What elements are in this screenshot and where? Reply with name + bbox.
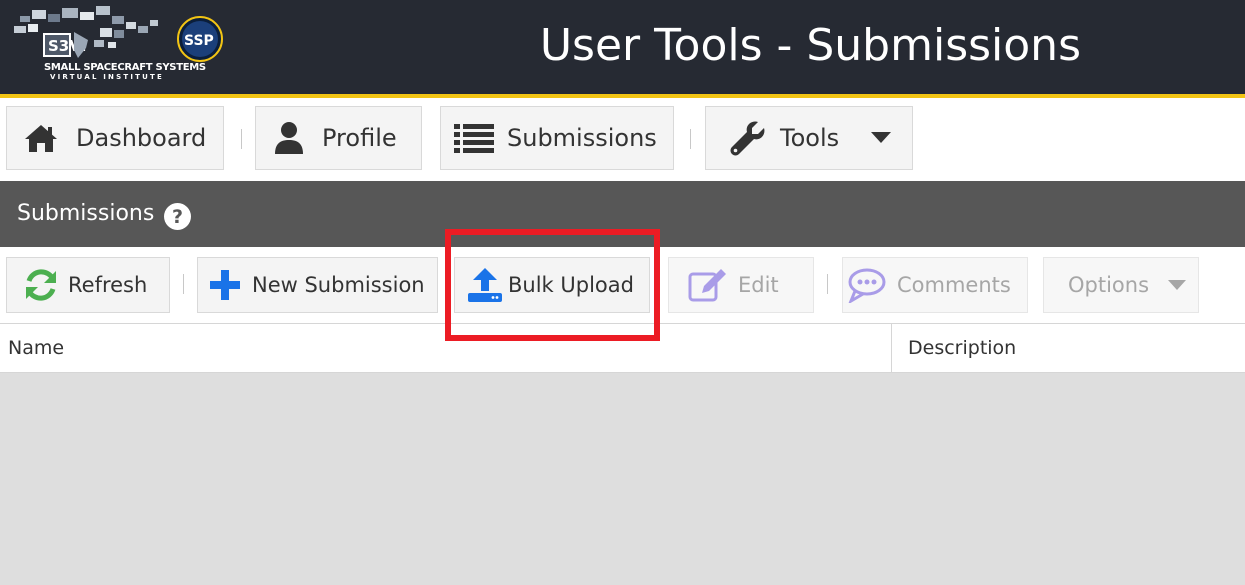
nav-tools-label: Tools <box>780 124 840 152</box>
comments-button[interactable]: Comments <box>842 257 1028 313</box>
logo-text-line1: SMALL SPACECRAFT SYSTEMS <box>44 62 206 73</box>
nav-separator <box>241 129 242 149</box>
nav-submissions-label: Submissions <box>507 124 657 152</box>
page-title: User Tools - Submissions <box>539 20 1081 71</box>
comments-label: Comments <box>897 273 1011 297</box>
app-header: S3VI SSP SMALL SPACECRAFT SYSTEMS VIRTUA… <box>0 0 1245 98</box>
table-header: Name Description <box>0 323 1245 373</box>
bulk-upload-label: Bulk Upload <box>508 273 634 297</box>
logo-text-line2: VIRTUAL INSTITUTE <box>50 73 164 81</box>
list-icon <box>454 123 494 153</box>
wrench-icon <box>730 120 766 156</box>
submissions-toolbar: Refresh New Submission Bulk Upload Edit <box>0 247 1245 323</box>
upload-icon <box>467 267 503 303</box>
nav-dashboard-button[interactable]: Dashboard <box>6 106 224 170</box>
nav-profile-button[interactable]: Profile <box>255 106 422 170</box>
column-divider[interactable] <box>891 324 892 372</box>
chevron-down-icon <box>871 132 892 144</box>
edit-label: Edit <box>738 273 779 297</box>
column-header-name[interactable]: Name <box>8 337 64 359</box>
nav-profile-label: Profile <box>322 124 397 152</box>
table-body <box>0 373 1245 585</box>
home-icon <box>23 123 59 153</box>
nav-separator <box>690 129 691 149</box>
new-submission-label: New Submission <box>252 273 425 297</box>
comment-icon <box>847 267 887 303</box>
nav-dashboard-label: Dashboard <box>76 124 207 152</box>
column-header-description[interactable]: Description <box>908 337 1016 359</box>
refresh-icon <box>23 267 59 303</box>
edit-button[interactable]: Edit <box>668 257 814 313</box>
nav-submissions-button[interactable]: Submissions <box>440 106 674 170</box>
new-submission-button[interactable]: New Submission <box>197 257 438 313</box>
user-icon <box>274 121 304 155</box>
nav-tools-dropdown[interactable]: Tools <box>705 106 913 170</box>
bulk-upload-button[interactable]: Bulk Upload <box>454 257 650 313</box>
plus-icon <box>209 269 241 301</box>
options-dropdown[interactable]: Options <box>1043 257 1199 313</box>
edit-icon <box>688 268 728 302</box>
options-label: Options <box>1068 273 1150 297</box>
refresh-button[interactable]: Refresh <box>6 257 170 313</box>
toolbar-separator <box>827 274 828 294</box>
main-nav: Dashboard Profile Submissions Tools <box>0 98 1245 181</box>
svg-text:SSP: SSP <box>184 33 214 49</box>
panel-title: Submissions <box>17 201 155 226</box>
refresh-label: Refresh <box>68 273 148 297</box>
chevron-down-icon <box>1168 280 1187 290</box>
toolbar-separator <box>183 274 184 294</box>
help-icon[interactable]: ? <box>164 203 191 230</box>
